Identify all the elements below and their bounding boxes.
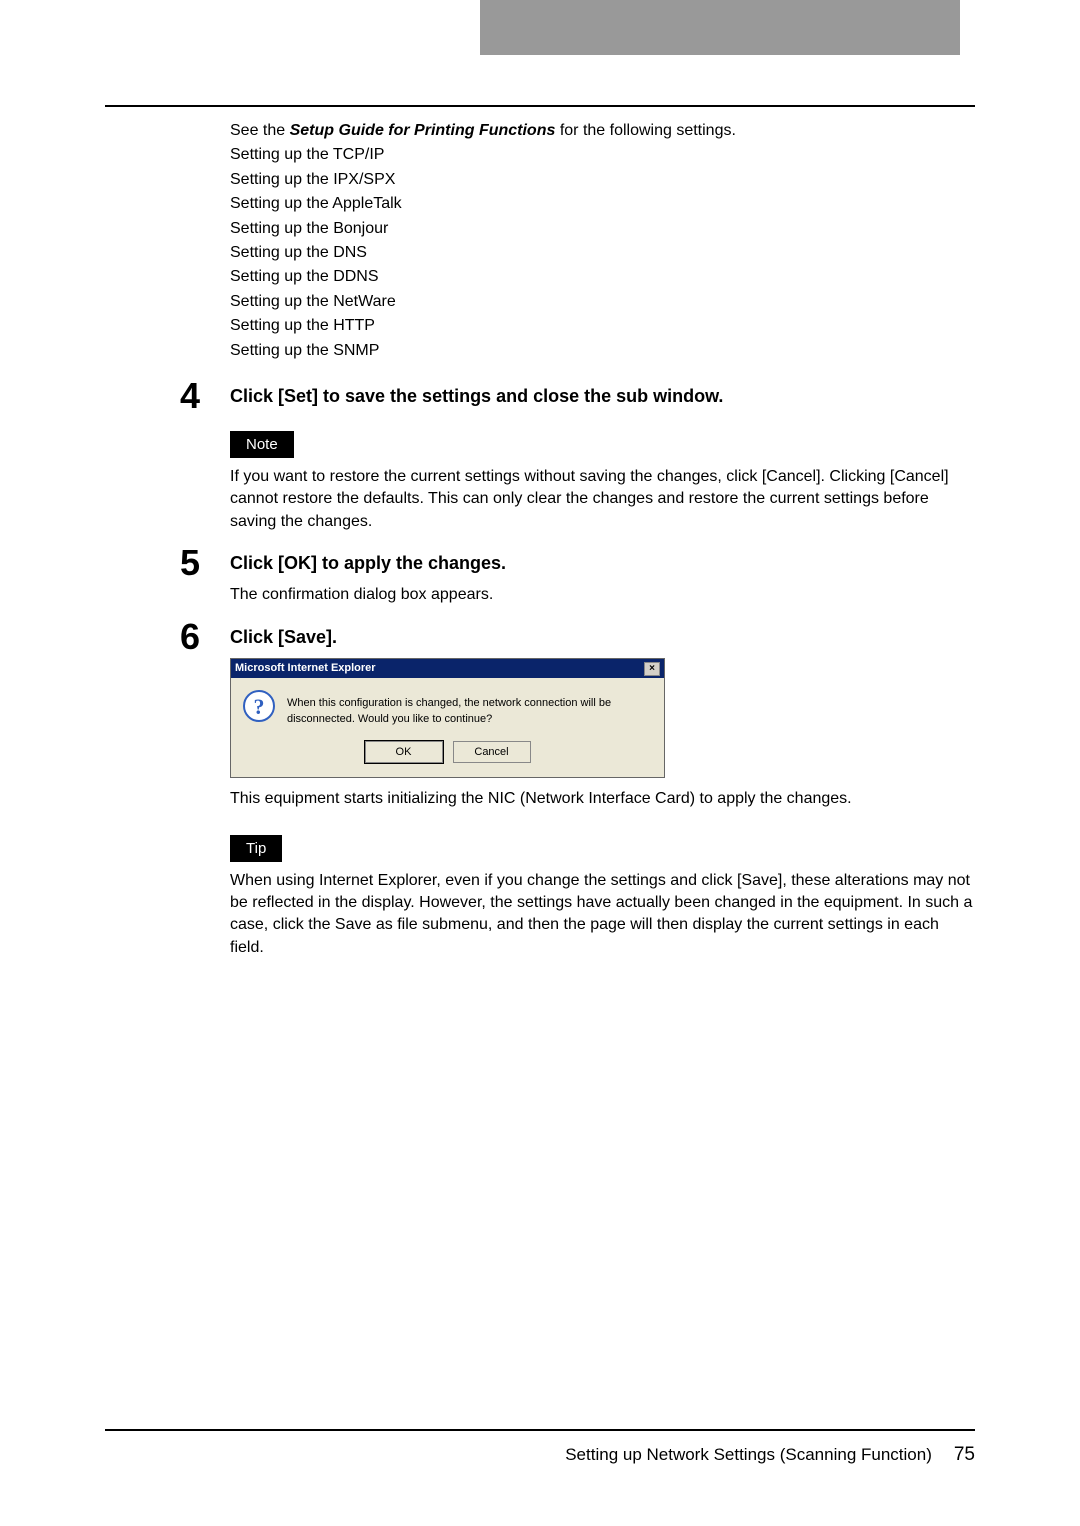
header-gray-bar [480,0,960,55]
setting-item: Setting up the DNS [230,242,975,264]
note-text: If you want to restore the current setti… [230,466,975,533]
intro-suffix: for the following settings. [555,122,736,139]
step-6: 6 Click [Save]. Microsoft Internet Explo… [180,625,975,959]
dialog-titlebar: Microsoft Internet Explorer × [231,659,664,678]
top-horizontal-rule [105,105,975,107]
step-number-4: 4 [180,378,200,414]
footer-title: Setting up Network Settings (Scanning Fu… [565,1445,932,1465]
dialog-body: ? When this configuration is changed, th… [231,678,664,741]
setting-item: Setting up the IPX/SPX [230,169,975,191]
setting-item: Setting up the SNMP [230,340,975,362]
dialog-title: Microsoft Internet Explorer [235,661,376,676]
page-number: 75 [954,1444,975,1466]
setting-item: Setting up the HTTP [230,315,975,337]
confirmation-dialog: Microsoft Internet Explorer × ? When thi… [230,658,665,778]
intro-text: See the Setup Guide for Printing Functio… [230,120,975,142]
ok-button[interactable]: OK [365,741,443,763]
step-5: 5 Click [OK] to apply the changes. The c… [180,551,975,607]
page-content: See the Setup Guide for Printing Functio… [230,120,975,977]
step-4: 4 Click [Set] to save the settings and c… [180,384,975,533]
settings-list: Setting up the TCP/IP Setting up the IPX… [230,144,975,362]
page-footer: Setting up Network Settings (Scanning Fu… [565,1444,975,1466]
step-5-title: Click [OK] to apply the changes. [230,551,975,576]
step-4-title: Click [Set] to save the settings and clo… [230,384,975,409]
step-number-5: 5 [180,545,200,581]
svg-text:?: ? [254,694,265,719]
setting-item: Setting up the AppleTalk [230,193,975,215]
setting-item: Setting up the DDNS [230,266,975,288]
step-6-after: This equipment starts initializing the N… [230,788,975,810]
close-icon[interactable]: × [644,662,660,676]
tip-text: When using Internet Explorer, even if yo… [230,870,975,960]
note-label: Note [230,431,294,458]
bottom-horizontal-rule [105,1429,975,1431]
setting-item: Setting up the TCP/IP [230,144,975,166]
step-number-6: 6 [180,619,200,655]
setting-item: Setting up the Bonjour [230,218,975,240]
cancel-button[interactable]: Cancel [453,741,531,763]
dialog-message: When this configuration is changed, the … [287,690,652,727]
step-5-desc: The confirmation dialog box appears. [230,584,975,606]
tip-label: Tip [230,835,282,862]
intro-bold: Setup Guide for Printing Functions [290,122,556,139]
dialog-buttons: OK Cancel [231,741,664,777]
intro-prefix: See the [230,122,290,139]
question-icon: ? [243,690,275,722]
step-6-title: Click [Save]. [230,625,975,650]
setting-item: Setting up the NetWare [230,291,975,313]
